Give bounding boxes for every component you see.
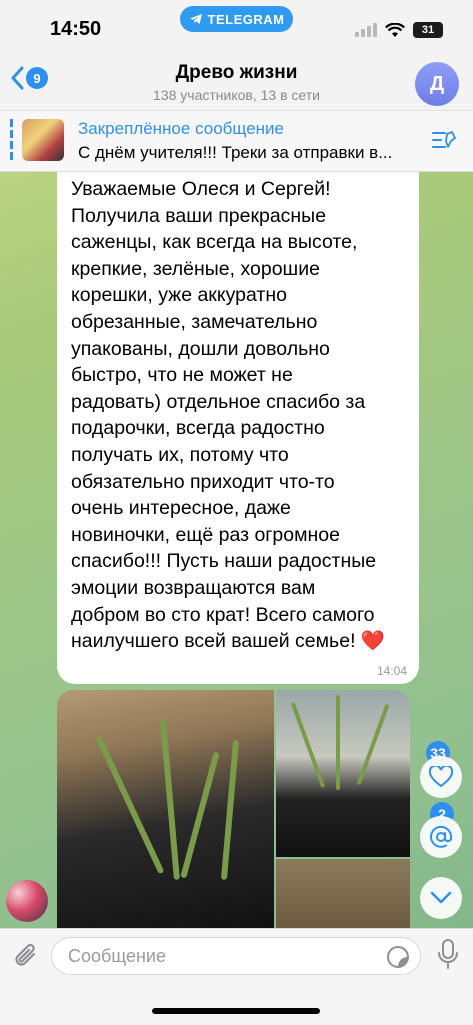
paperclip-icon[interactable] [12, 941, 40, 971]
photo-stem [336, 695, 340, 790]
chevron-down-icon [430, 891, 452, 904]
pinned-text: С днём учителя!!! Треки за отправки в... [78, 143, 393, 162]
return-to-app-pill[interactable]: TELEGRAM [180, 6, 293, 32]
sender-avatar[interactable] [6, 880, 48, 922]
chat-subtitle: 138 участников, 13 в сети [153, 87, 320, 103]
status-icons: 31 [355, 22, 443, 38]
signal-icon [355, 23, 377, 37]
status-time: 14:50 [50, 18, 102, 40]
message-time: 14:04 [376, 664, 407, 678]
photo-stem [180, 751, 220, 879]
photo-garden-bed[interactable] [276, 859, 410, 930]
unread-reactions-button[interactable] [420, 756, 462, 798]
photo-album[interactable] [57, 690, 410, 930]
scroll-down-button[interactable] [420, 877, 462, 919]
photo-stem [356, 703, 390, 786]
photo-stem [290, 702, 326, 788]
chat-header: 9 Древо жизни 138 участников, 13 в сети … [0, 50, 473, 110]
pinned-thumbnail [22, 119, 64, 161]
chat-title[interactable]: Древо жизни [0, 62, 473, 84]
photo-stem [95, 735, 165, 875]
battery-indicator: 31 [413, 22, 443, 38]
sticker-icon[interactable] [386, 945, 410, 969]
home-indicator [152, 1008, 320, 1014]
message-input-bar [0, 928, 473, 1025]
return-to-app-label: TELEGRAM [207, 11, 285, 27]
telegram-plane-icon [189, 14, 202, 24]
heart-outline-icon [429, 766, 453, 788]
message-bubble[interactable]: Уважаемые Олеся и Сергей! Получила ваши … [57, 172, 419, 684]
pinned-indicator [10, 119, 13, 163]
photo-stem [160, 720, 180, 880]
chat-avatar[interactable]: Д [415, 62, 459, 106]
message-input[interactable] [51, 937, 421, 975]
photo-wrapped-seedlings[interactable] [276, 690, 410, 857]
pinned-message-bar[interactable]: Закреплённое сообщение С днём учителя!!!… [0, 110, 473, 172]
pinned-list-icon[interactable] [431, 129, 457, 151]
pinned-title: Закреплённое сообщение [78, 119, 284, 138]
photo-seedlings-box[interactable] [57, 690, 274, 930]
unread-mentions-button[interactable] [420, 816, 462, 858]
message-text: Уважаемые Олеся и Сергей! Получила ваши … [71, 178, 386, 653]
microphone-icon[interactable] [437, 939, 459, 971]
photo-stem [220, 740, 240, 880]
at-sign-icon [430, 826, 452, 848]
wifi-icon [385, 22, 405, 37]
